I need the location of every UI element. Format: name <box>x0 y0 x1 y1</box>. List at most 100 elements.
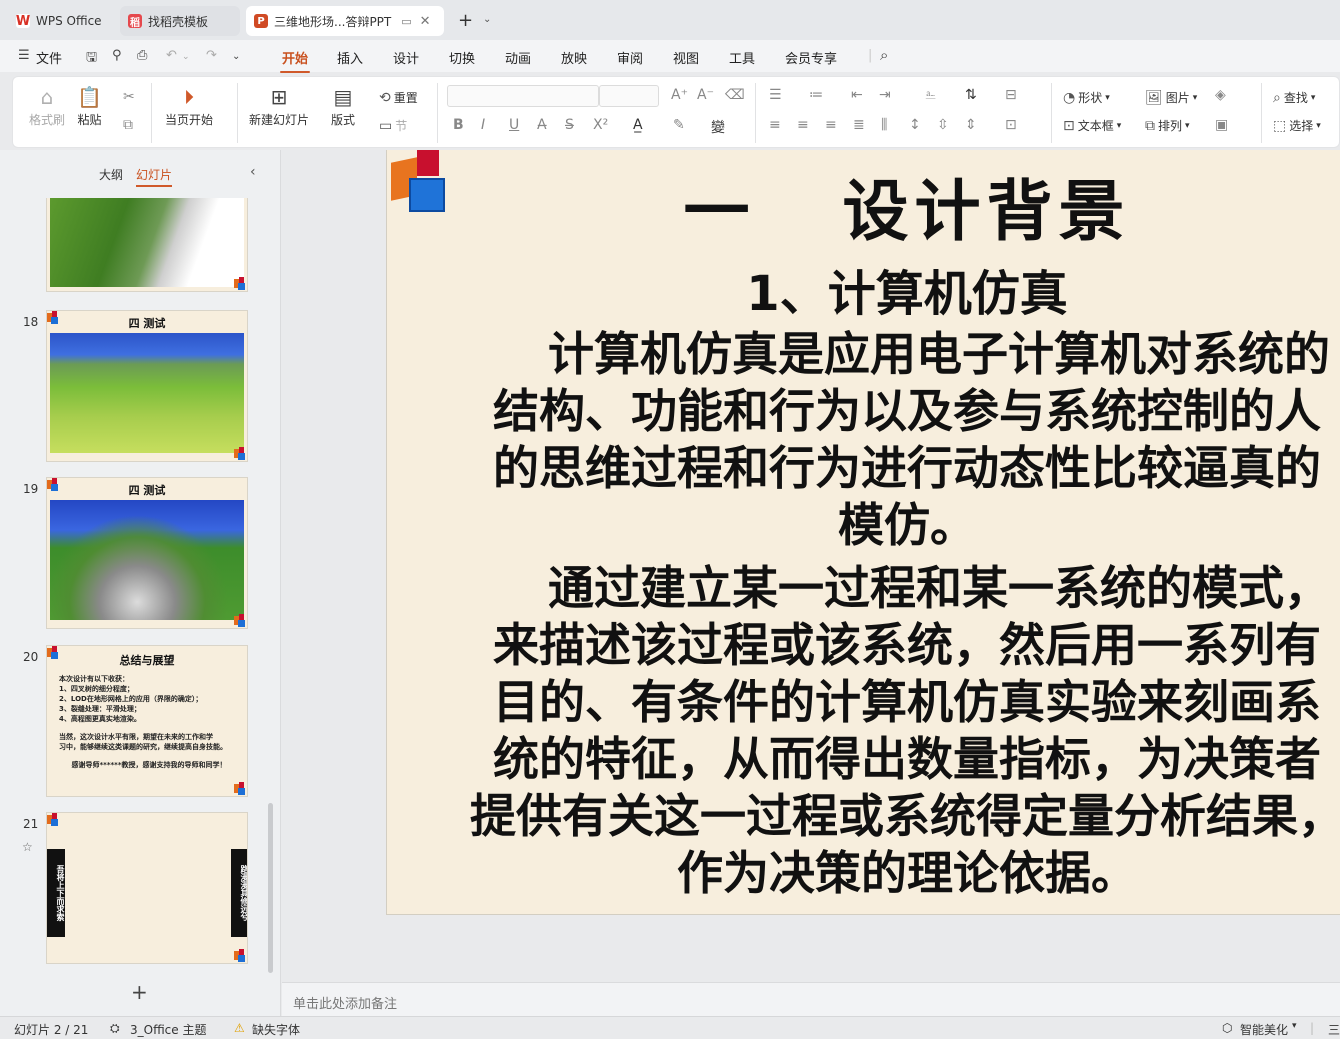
paragraph-spacing-icon[interactable]: ⇳ <box>937 117 949 133</box>
view-mode-button[interactable]: 三 <box>1328 1021 1340 1038</box>
slide-thumbnail[interactable]: 总结与展望 本次设计有以下收获： 1、四叉树的细分程度； 2、LOD在地形网格上… <box>46 645 248 797</box>
smart-beautify[interactable]: 智能美化 <box>1240 1021 1288 1038</box>
undo-icon[interactable]: ↶ <box>166 48 177 63</box>
menu-member[interactable]: 会员专享 <box>785 48 837 67</box>
new-tab-button[interactable]: + <box>458 10 473 31</box>
shadow-icon[interactable]: S̶ <box>565 117 574 133</box>
tab-docer-templates[interactable]: 稻 找稻壳模板 <box>120 6 240 36</box>
redo-icon[interactable]: ↷ <box>206 48 217 63</box>
hamburger-icon[interactable]: ☰ <box>18 48 30 63</box>
tab-outline[interactable]: 大纲 <box>99 166 123 183</box>
text-line: 本次设计有以下收获： <box>59 675 129 683</box>
tab-slides[interactable]: 幻灯片 <box>136 166 173 187</box>
font-shrink-icon[interactable]: A⁻ <box>697 87 714 103</box>
menu-transition[interactable]: 切换 <box>449 48 475 67</box>
slide-thumbnail[interactable]: 吾将上下而求索 路漫漫其修远兮 <box>46 812 248 964</box>
theme-name[interactable]: 3_Office 主题 <box>130 1021 206 1038</box>
underline-icon[interactable]: U <box>509 117 519 133</box>
copy-icon[interactable]: ⧉ <box>123 117 133 133</box>
justify-icon[interactable]: ≣ <box>853 117 865 133</box>
menu-review[interactable]: 审阅 <box>617 48 643 67</box>
outline-icon[interactable]: ▣ <box>1215 117 1228 133</box>
menu-insert[interactable]: 插入 <box>337 48 363 67</box>
chevron-down-icon[interactable]: ⌄ <box>232 51 240 62</box>
paste-button[interactable]: 📋 粘贴 <box>77 85 102 128</box>
search-icon[interactable]: ⌕ <box>880 46 888 64</box>
logo-icon <box>234 277 246 291</box>
align-center-icon[interactable]: ≡ <box>797 117 809 133</box>
font-family-select[interactable] <box>447 85 599 107</box>
phonetic-icon[interactable]: 變 <box>711 117 725 137</box>
line-height-icon[interactable]: ⇕ <box>965 117 977 133</box>
font-color-icon[interactable]: A̲ <box>633 117 643 133</box>
cut-icon[interactable]: ✂ <box>123 89 135 105</box>
select-button[interactable]: ⬚ 选择 ▾ <box>1273 117 1321 134</box>
monitor-icon[interactable]: ▭ <box>401 15 411 28</box>
menu-tools[interactable]: 工具 <box>729 48 755 67</box>
star-icon[interactable]: ☆ <box>22 840 33 854</box>
collapse-panel-icon[interactable]: ‹ <box>250 164 256 180</box>
add-slide-button[interactable]: + <box>131 980 148 1004</box>
menu-design[interactable]: 设计 <box>393 48 419 67</box>
chevron-down-icon[interactable]: ▾ <box>1292 1021 1297 1031</box>
chevron-down-icon[interactable]: ⌄ <box>182 52 190 62</box>
arrange-button[interactable]: ⧉ 排列 ▾ <box>1145 117 1190 134</box>
distribute-icon[interactable]: ⫼ <box>881 117 887 133</box>
italic-icon[interactable]: I <box>481 117 485 133</box>
sort-icon[interactable]: ⇅ <box>965 87 977 103</box>
increase-indent-icon[interactable]: ⇥ <box>879 87 891 103</box>
textbox-button[interactable]: ⊡ 文本框 ▾ <box>1063 117 1121 134</box>
tab-presentation[interactable]: P 三维地形场...答辩PPT ▭ ✕ <box>246 6 444 36</box>
clear-format-icon[interactable]: ⌫ <box>725 87 745 103</box>
save-icon[interactable]: 🖫 <box>86 48 97 70</box>
menu-animation[interactable]: 动画 <box>505 48 531 67</box>
reset-button[interactable]: ⟲ 重置 <box>379 89 418 106</box>
menu-file[interactable]: 文件 <box>36 48 62 67</box>
arrange-label: 排列 <box>1158 119 1183 133</box>
slide-canvas: 一 设计背景 1、计算机仿真 计算机仿真是应用电子计算机对系统的 结构、功能和行… <box>282 150 1340 982</box>
print-preview-icon[interactable]: ⎙ <box>137 48 147 63</box>
chevron-down-icon[interactable]: ⌄ <box>483 14 491 25</box>
select-label: 选择 <box>1289 119 1314 133</box>
section-button[interactable]: ▭ 节 <box>379 117 407 134</box>
notes-pane[interactable]: 单击此处添加备注 <box>282 982 1340 1016</box>
bold-icon[interactable]: B <box>453 117 464 133</box>
fill-icon[interactable]: ◈ <box>1215 87 1226 103</box>
tab-wps-office[interactable]: W WPS Office <box>8 6 114 36</box>
close-icon[interactable]: ✕ <box>420 14 431 29</box>
format-painter-button[interactable]: ⌂ 格式刷 <box>29 85 65 128</box>
layout-button[interactable]: ▤ 版式 <box>331 85 355 128</box>
numbered-list-icon[interactable]: ≔ <box>809 87 823 103</box>
columns-icon[interactable]: ⊟ <box>1005 87 1017 103</box>
missing-font[interactable]: 缺失字体 <box>252 1021 300 1038</box>
slide-thumbnail[interactable]: 四 测试 <box>46 310 248 462</box>
slide-thumbnail[interactable] <box>46 198 248 292</box>
font-size-select[interactable] <box>599 85 659 107</box>
slide-thumbnail[interactable]: 四 测试 <box>46 477 248 629</box>
current-slide[interactable]: 一 设计背景 1、计算机仿真 计算机仿真是应用电子计算机对系统的 结构、功能和行… <box>386 150 1340 915</box>
text-direction-icon[interactable]: ⎁ <box>925 87 936 103</box>
align-left-icon[interactable]: ≡ <box>769 117 781 133</box>
image-button[interactable]: 🖼 图片 ▾ <box>1145 89 1197 106</box>
strikethrough-icon[interactable]: A̶ <box>537 117 547 133</box>
menu-slideshow[interactable]: 放映 <box>561 48 587 67</box>
superscript-icon[interactable]: X² <box>593 117 608 133</box>
panel-scrollbar[interactable] <box>268 803 273 973</box>
shape-button[interactable]: ◔ 形状 ▾ <box>1063 89 1110 106</box>
menu-view[interactable]: 视图 <box>673 48 699 67</box>
share-icon[interactable]: ⚲ <box>112 48 122 63</box>
play-from-current-button[interactable]: ⏵ 当页开始 <box>165 85 213 128</box>
font-grow-icon[interactable]: A⁺ <box>671 87 688 103</box>
line-spacing-icon[interactable]: ↕ <box>909 117 921 133</box>
divider <box>237 83 238 143</box>
text-box-align-icon[interactable]: ⊡ <box>1005 117 1017 133</box>
menu-home[interactable]: 开始 <box>279 48 311 73</box>
logo-icon <box>234 782 246 796</box>
new-slide-button[interactable]: ⊞ 新建幻灯片 <box>249 85 309 128</box>
highlight-icon[interactable]: ✎ <box>673 117 685 133</box>
align-right-icon[interactable]: ≡ <box>825 117 837 133</box>
find-button[interactable]: ⌕ 查找 ▾ <box>1273 89 1315 106</box>
bullet-list-icon[interactable]: ☰ <box>769 87 782 103</box>
decrease-indent-icon[interactable]: ⇤ <box>851 87 863 103</box>
